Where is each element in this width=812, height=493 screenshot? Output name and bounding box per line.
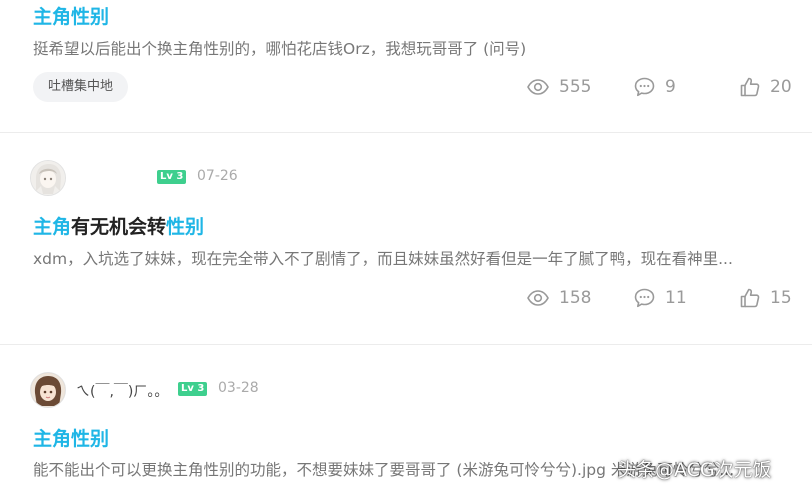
post-title[interactable]: 主角性别 — [33, 2, 109, 29]
post-title[interactable]: 主角有无机会转性别 — [33, 212, 204, 239]
post-excerpt: 挺希望以后能出个换主角性别的，哪怕花店钱Orz，我想玩哥哥了 (问号) — [33, 40, 527, 58]
eye-icon — [527, 290, 549, 306]
post-excerpt: xdm，入坑选了妹妹，现在完全带入不了剧情了，而且妹妹虽然好看但是一年了腻了鸭，… — [33, 250, 733, 268]
post-author[interactable]: ㄟ(￣,￣)ㄏ。。 Lv 3 03-28 — [30, 372, 290, 408]
post-1[interactable]: 主角性别 挺希望以后能出个换主角性别的，哪怕花店钱Orz，我想玩哥哥了 (问号)… — [0, 0, 812, 132]
thumbs-up-icon — [740, 77, 760, 97]
comment-count[interactable]: 11 — [634, 285, 687, 311]
post-date: 03-28 — [218, 380, 259, 396]
level-badge: Lv 3 — [178, 382, 208, 396]
like-count[interactable]: 15 — [740, 285, 792, 311]
post-2[interactable]: Lv 3 07-26 主角有无机会转性别 xdm，入坑选了妹妹，现在完全带入不了… — [0, 133, 812, 344]
level-badge: Lv 3 — [157, 170, 187, 184]
post-date: 07-26 — [197, 168, 238, 184]
post-title[interactable]: 主角性别 — [33, 424, 109, 451]
view-count: 555 — [527, 74, 591, 100]
avatar[interactable] — [30, 160, 66, 196]
like-count[interactable]: 20 — [740, 74, 792, 100]
comment-icon — [634, 77, 655, 97]
comment-icon — [634, 288, 655, 308]
post-author[interactable]: Lv 3 07-26 — [30, 160, 290, 196]
username[interactable]: ㄟ(￣,￣)ㄏ。。 — [76, 381, 168, 401]
thumbs-up-icon — [740, 288, 760, 308]
avatar[interactable] — [30, 372, 66, 408]
watermark: 头条@ACG次元饭 — [617, 459, 772, 481]
comment-count[interactable]: 9 — [634, 74, 676, 100]
view-count: 158 — [527, 285, 591, 311]
topic-tag[interactable]: 吐槽集中地 — [33, 72, 129, 102]
eye-icon — [527, 79, 549, 95]
